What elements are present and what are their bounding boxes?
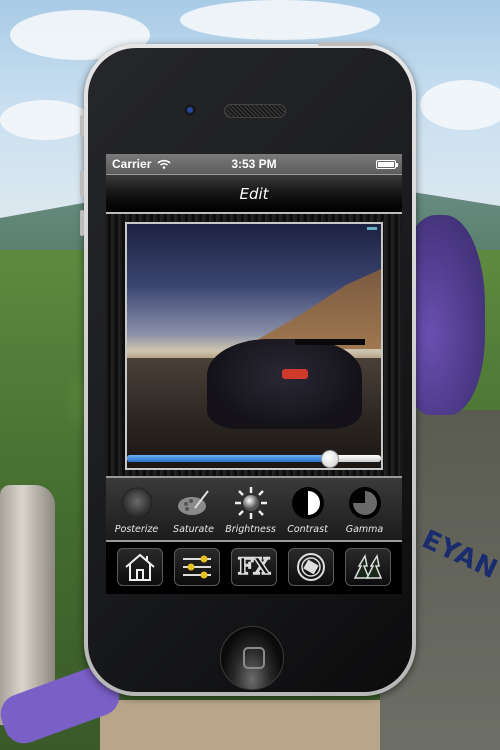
rotate-icon bbox=[296, 553, 325, 581]
palette-icon bbox=[177, 490, 209, 515]
tool-brightness[interactable]: Brightness bbox=[222, 478, 279, 535]
phone-body: Carrier 3:53 PM Edit Posterize Saturate … bbox=[88, 48, 412, 692]
photo-mountain bbox=[241, 269, 381, 349]
photo-indicator bbox=[367, 227, 377, 230]
phone-frame: Carrier 3:53 PM Edit Posterize Saturate … bbox=[84, 44, 416, 696]
status-bar: Carrier 3:53 PM bbox=[106, 154, 402, 174]
sliders-icon bbox=[183, 555, 212, 579]
home-button-square-icon bbox=[243, 647, 265, 669]
car-taillight bbox=[282, 369, 308, 379]
mute-switch bbox=[80, 115, 84, 137]
screen: Carrier 3:53 PM Edit Posterize Saturate … bbox=[106, 154, 402, 594]
cloud bbox=[0, 100, 90, 140]
tab-fx[interactable]: FX bbox=[230, 548, 277, 586]
tab-adjust[interactable] bbox=[174, 548, 221, 586]
volume-up-button bbox=[80, 170, 84, 196]
tool-label: Gamma bbox=[345, 524, 384, 535]
fx-icon: FX bbox=[237, 553, 271, 581]
front-camera bbox=[184, 104, 196, 116]
tool-label: Brightness bbox=[225, 524, 276, 535]
share-icon bbox=[353, 553, 382, 579]
tab-share[interactable] bbox=[344, 548, 391, 586]
slider-thumb[interactable] bbox=[321, 450, 340, 468]
tool-label: Posterize bbox=[114, 524, 159, 535]
edited-photo[interactable] bbox=[125, 222, 383, 470]
tool-gamma[interactable]: Gamma bbox=[336, 478, 393, 535]
volume-down-button bbox=[80, 210, 84, 236]
tool-label: Contrast bbox=[287, 524, 328, 535]
sun-icon bbox=[234, 487, 267, 519]
tool-crop[interactable] bbox=[393, 478, 402, 524]
nav-bar: Edit bbox=[106, 174, 402, 214]
power-button bbox=[318, 42, 374, 46]
cloud bbox=[420, 80, 500, 130]
photo-area bbox=[106, 214, 402, 476]
status-time: 3:53 PM bbox=[231, 157, 277, 171]
photo-car bbox=[207, 339, 365, 429]
ground bbox=[100, 700, 400, 750]
contrast-icon bbox=[291, 487, 324, 519]
tool-strip[interactable]: Posterize Saturate Brightness Contrast G… bbox=[106, 476, 402, 542]
tab-bar: FX bbox=[106, 542, 402, 592]
tab-home[interactable] bbox=[117, 548, 164, 586]
earpiece-speaker bbox=[224, 104, 286, 118]
home-button[interactable] bbox=[220, 626, 284, 690]
posterize-icon bbox=[121, 487, 152, 519]
cloud bbox=[180, 0, 380, 40]
tab-rotate[interactable] bbox=[287, 548, 334, 586]
tool-label: Saturate bbox=[173, 524, 214, 535]
slider-fill bbox=[127, 455, 331, 462]
tool-saturate[interactable]: Saturate bbox=[165, 478, 222, 535]
home-icon bbox=[125, 553, 156, 581]
battery-icon bbox=[376, 159, 398, 169]
adjustment-slider[interactable] bbox=[127, 450, 381, 468]
tool-posterize[interactable]: Posterize bbox=[108, 478, 165, 535]
gamma-icon bbox=[348, 487, 381, 519]
tool-contrast[interactable]: Contrast bbox=[279, 478, 336, 535]
page-title: Edit bbox=[239, 184, 269, 203]
car-wing bbox=[295, 339, 365, 345]
